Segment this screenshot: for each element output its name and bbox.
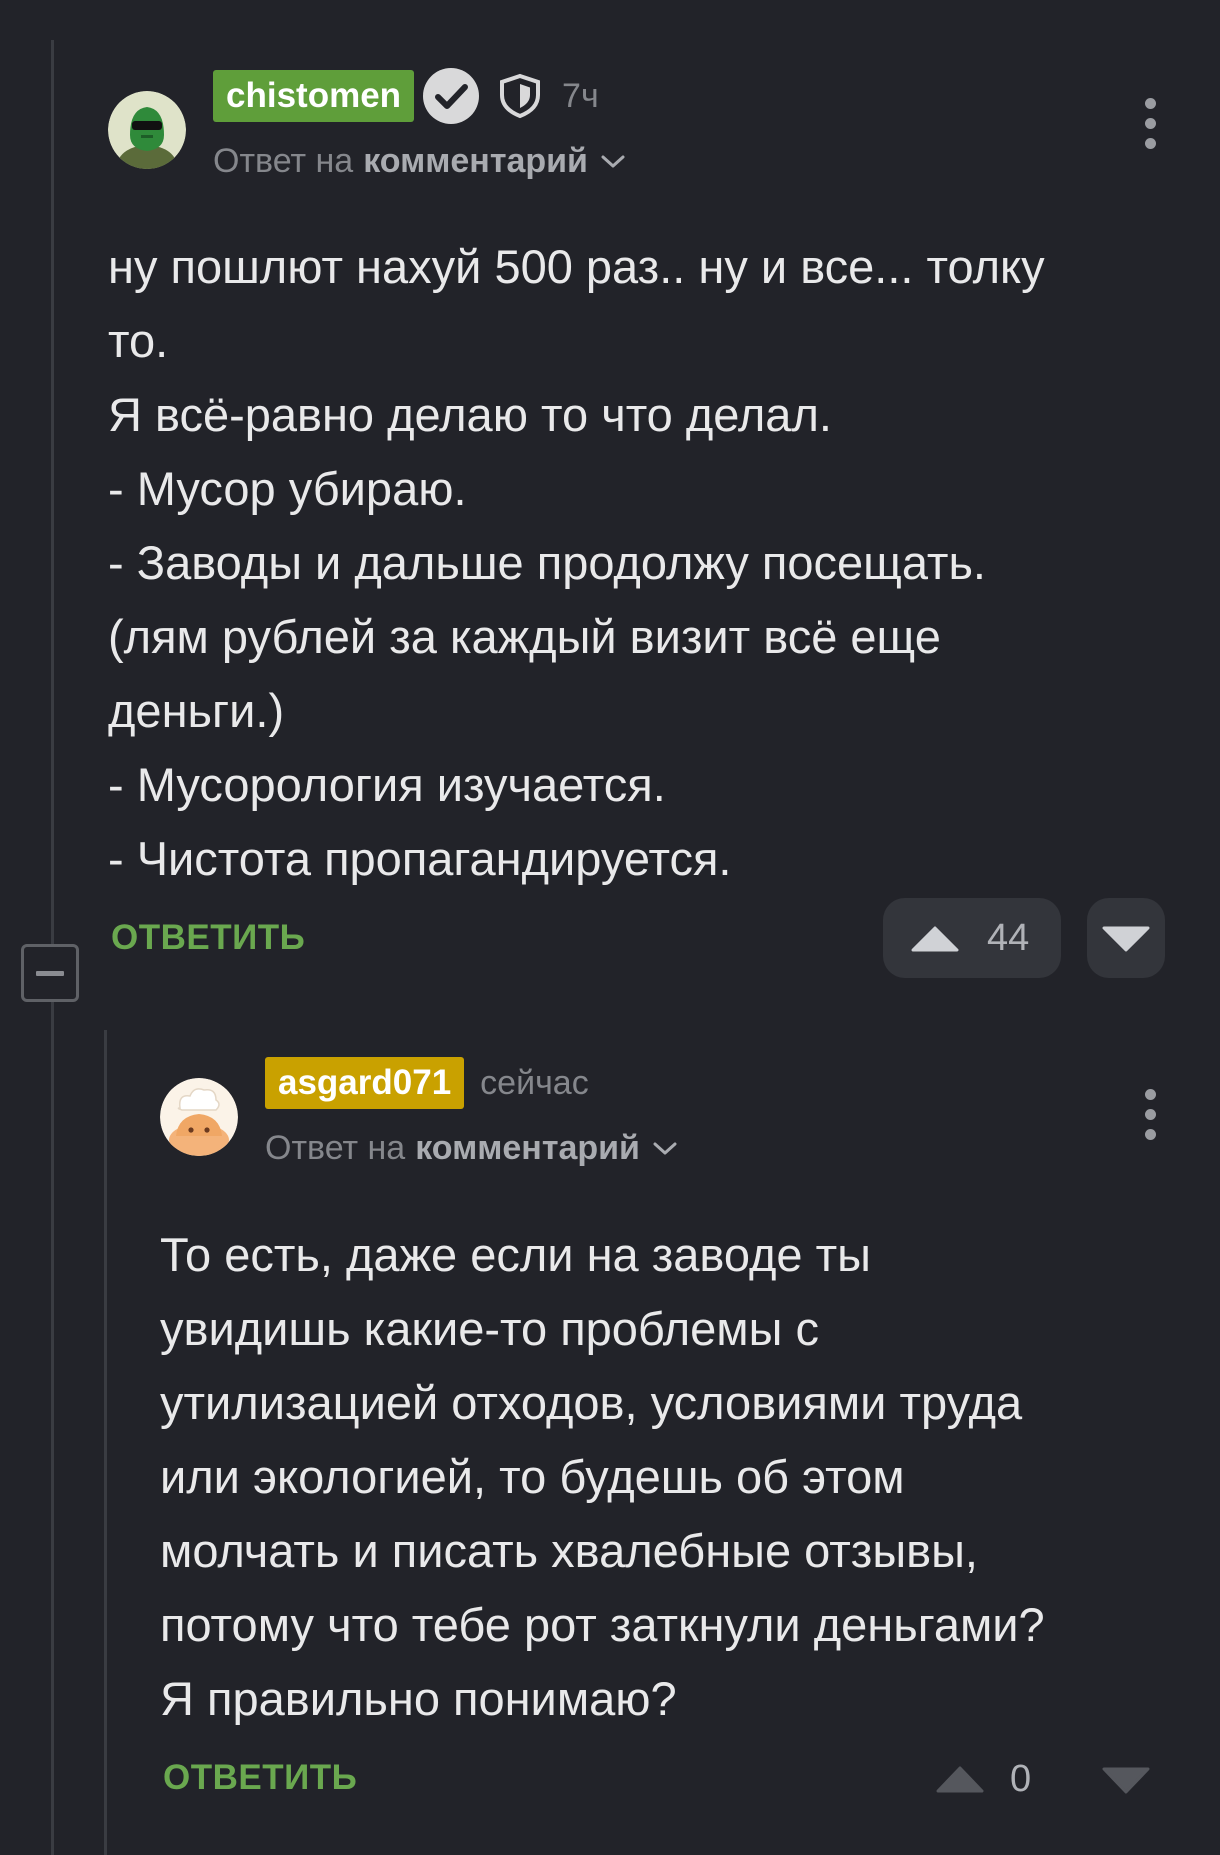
comment-header: asgard071 сейчас	[265, 1057, 589, 1109]
comment-line: То есть, даже если на заводе ты	[160, 1228, 871, 1281]
comment-line: (лям рублей за каждый визит всё еще	[108, 610, 941, 663]
avatar[interactable]	[160, 1078, 238, 1156]
comment-line: ну пошлют нахуй 500 раз.. ну и все... то…	[108, 240, 1045, 293]
comment-nested: asgard071 сейчас Ответ на комментарий То…	[0, 1030, 1220, 1855]
comment-line: то.	[108, 314, 169, 367]
verified-check-icon	[423, 68, 480, 124]
reply-button[interactable]: ОТВЕТИТЬ	[111, 918, 305, 958]
username[interactable]: asgard071	[265, 1057, 465, 1109]
comment-line: потому что тебе рот заткнули деньгами?	[160, 1598, 1045, 1651]
comment: chistomen 7ч Ответ на комментарий ну пош…	[0, 0, 1220, 990]
reply-button[interactable]: ОТВЕТИТЬ	[163, 1758, 357, 1798]
comment-line: увидишь какие-то проблемы с	[160, 1302, 819, 1355]
upvote-button[interactable]	[935, 1765, 985, 1795]
comment-line: - Мусорология изучается.	[108, 758, 666, 811]
comment-line: Я правильно понимаю?	[160, 1672, 677, 1725]
comment-line: деньги.)	[108, 684, 285, 737]
comment-line: - Заводы и дальше продолжу посещать.	[108, 536, 986, 589]
arrow-up-icon	[936, 1766, 984, 1793]
more-options-icon[interactable]	[1141, 1089, 1161, 1141]
comment-line: молчать и писать хвалебные отзывы,	[160, 1524, 978, 1577]
avatar[interactable]	[108, 91, 186, 169]
rating-value: 44	[987, 917, 1030, 959]
rating-value: 0	[1010, 1758, 1032, 1800]
comment-thread: chistomen 7ч Ответ на комментарий ну пош…	[0, 0, 1220, 1855]
arrow-up-icon	[911, 926, 959, 952]
arrow-down-icon	[1102, 1767, 1150, 1794]
reply-to-link[interactable]: Ответ на комментарий	[265, 1129, 678, 1168]
reply-to-link[interactable]: Ответ на комментарий	[213, 142, 626, 181]
downvote-button[interactable]	[1101, 1766, 1151, 1796]
comment-time: 7ч	[562, 76, 599, 115]
comment-line: - Мусор убираю.	[108, 462, 467, 515]
comment-line: Я всё-равно делаю то что делал.	[108, 388, 832, 441]
reply-to-prefix: Ответ на	[213, 142, 354, 180]
chevron-down-icon	[653, 1142, 677, 1154]
comment-line: - Чистота пропагандируется.	[108, 832, 732, 885]
comment-body: То есть, даже если на заводе ты увидишь …	[160, 1218, 1045, 1736]
comment-line: утилизацией отходов, условиями труда	[160, 1376, 1023, 1429]
comment-time: сейчас	[480, 1063, 589, 1102]
chevron-down-icon	[601, 155, 625, 167]
comment-line: или экологией, то будешь об этом	[160, 1450, 905, 1503]
comment-body: ну пошлют нахуй 500 раз.. ну и все... то…	[108, 230, 1045, 896]
upvote-button[interactable]: 44	[883, 898, 1061, 978]
reply-to-target: комментарий	[363, 142, 588, 180]
reply-to-target: комментарий	[415, 1129, 640, 1167]
more-options-icon[interactable]	[1141, 98, 1161, 150]
reply-to-prefix: Ответ на	[265, 1129, 406, 1167]
shield-icon	[500, 73, 541, 119]
arrow-down-icon	[1102, 926, 1150, 952]
comment-header: chistomen 7ч	[213, 68, 599, 124]
downvote-button[interactable]	[1087, 898, 1165, 978]
username[interactable]: chistomen	[213, 70, 415, 122]
